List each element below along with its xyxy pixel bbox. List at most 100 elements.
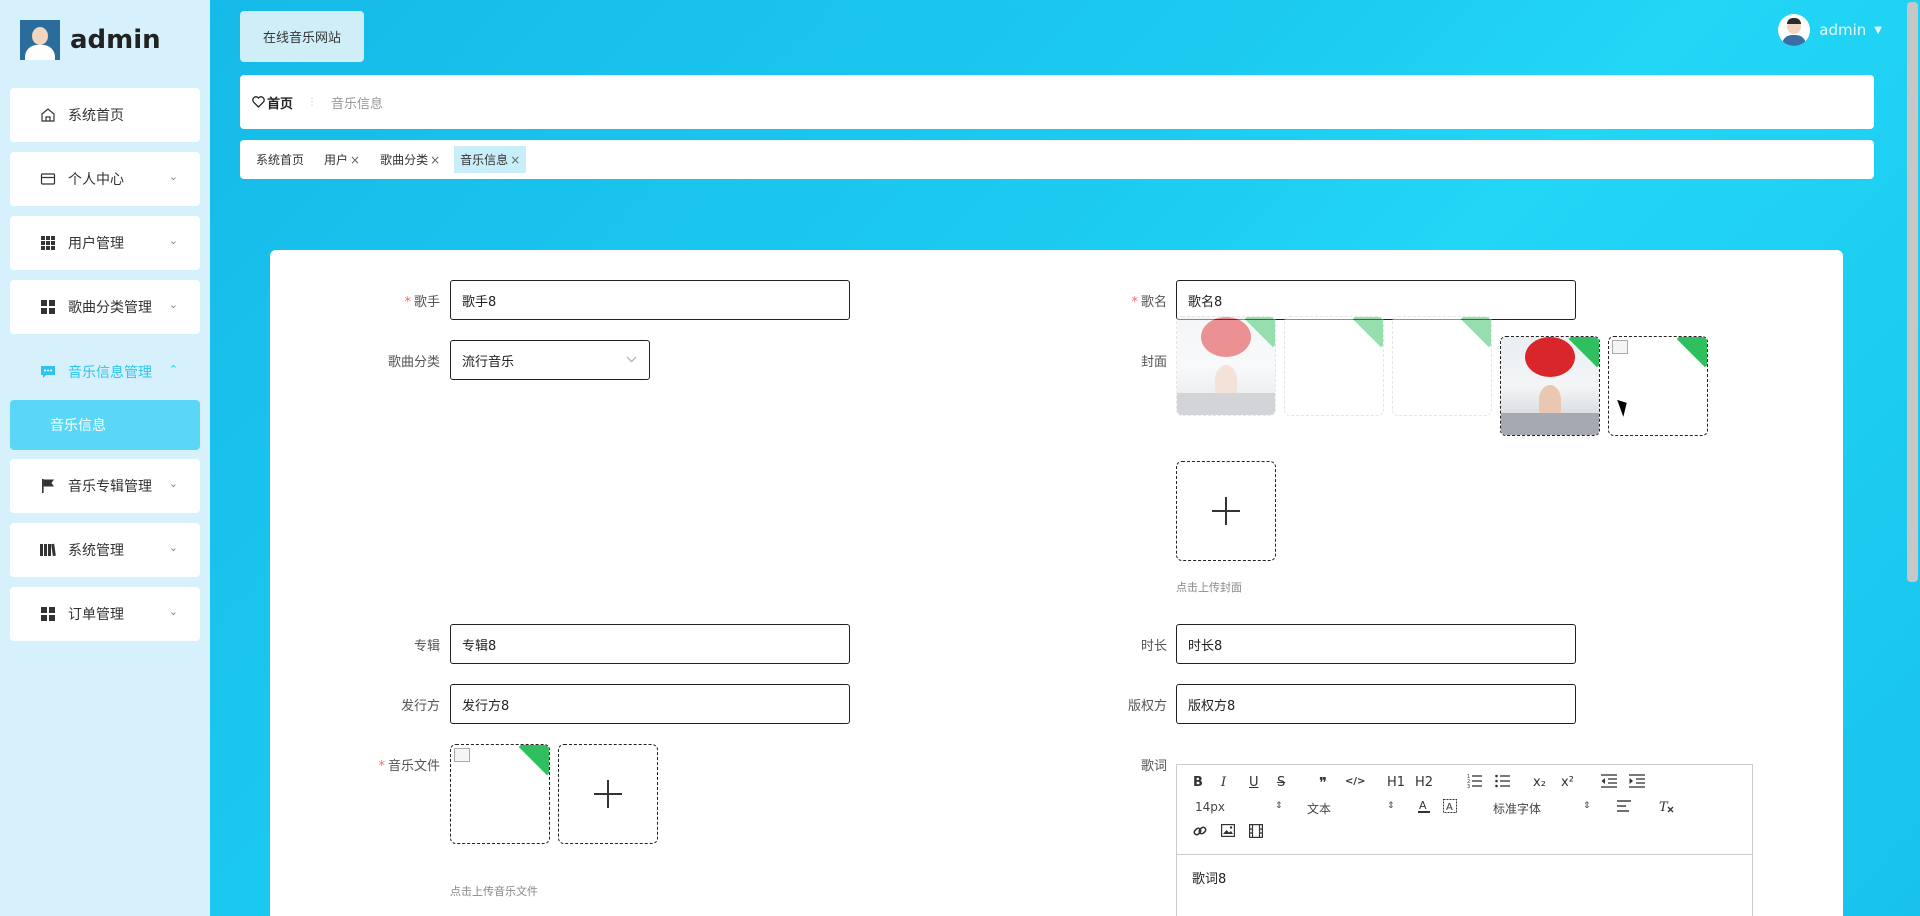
chevron-down-icon: ⌄ bbox=[168, 234, 178, 247]
singer-input[interactable]: 歌手8 bbox=[450, 280, 850, 320]
h2-button[interactable]: H2 bbox=[1415, 775, 1433, 790]
tab-label: 歌曲分类 bbox=[380, 153, 429, 167]
duration-input[interactable]: 时长8 bbox=[1176, 624, 1576, 664]
cover-upload-button[interactable] bbox=[1176, 461, 1276, 561]
lyrics-content[interactable]: 歌词8 bbox=[1177, 855, 1752, 900]
breadcrumb-home-label: 首页 bbox=[267, 96, 294, 112]
font-family-select[interactable]: 标准字体 ⇕ bbox=[1493, 800, 1593, 817]
sidebar-item-system[interactable]: 系统管理 ⌄ bbox=[10, 523, 200, 577]
outdent-icon[interactable] bbox=[1601, 774, 1617, 792]
user-name: admin bbox=[1819, 21, 1867, 39]
duration-label: 时长 bbox=[1140, 639, 1167, 654]
copyright-input[interactable]: 版权方8 bbox=[1176, 684, 1576, 724]
svg-text:A: A bbox=[1446, 802, 1453, 813]
album-label: 专辑 bbox=[413, 639, 440, 654]
breadcrumb-current: 音乐信息 bbox=[331, 96, 384, 112]
cover-image-broken[interactable] bbox=[1608, 336, 1708, 436]
submenu-item-music-info[interactable]: 音乐信息 bbox=[10, 400, 200, 450]
background-color-icon[interactable]: A bbox=[1443, 799, 1457, 818]
publisher-input[interactable]: 发行方8 bbox=[450, 684, 850, 724]
music-file-upload-hint: 点击上传音乐文件 bbox=[450, 885, 538, 898]
sidebar: admin 系统首页 个人中心 ⌄ 用户管理 ⌄ 歌曲分类管理 ⌄ 音乐信息管理… bbox=[0, 0, 210, 916]
tab-label: 系统首页 bbox=[256, 153, 305, 167]
caret-down-icon: ▼ bbox=[1874, 24, 1882, 36]
underline-button[interactable]: U bbox=[1249, 775, 1259, 790]
sidebar-item-label: 用户管理 bbox=[68, 236, 124, 252]
site-title-button[interactable]: 在线音乐网站 bbox=[240, 11, 364, 62]
music-file-thumb[interactable] bbox=[450, 744, 550, 844]
image-icon[interactable] bbox=[1221, 824, 1236, 841]
user-menu[interactable]: admin ▼ bbox=[1778, 14, 1882, 46]
cover-image-ghost bbox=[1392, 316, 1492, 416]
cover-image-thumb[interactable] bbox=[1500, 336, 1600, 436]
sidebar-item-label: 音乐信息管理 bbox=[68, 365, 152, 381]
home-icon bbox=[40, 107, 56, 123]
sidebar-item-song-category[interactable]: 歌曲分类管理 ⌄ bbox=[10, 280, 200, 334]
card-icon bbox=[40, 171, 56, 187]
align-left-icon[interactable] bbox=[1617, 799, 1633, 817]
category-value: 流行音乐 bbox=[462, 354, 515, 370]
indent-icon[interactable] bbox=[1629, 774, 1645, 792]
link-icon[interactable] bbox=[1193, 824, 1207, 842]
sidebar-item-label: 系统管理 bbox=[68, 543, 124, 559]
strike-button[interactable]: S bbox=[1277, 775, 1285, 790]
sidebar-item-users[interactable]: 用户管理 ⌄ bbox=[10, 216, 200, 270]
brand-name: admin bbox=[70, 25, 161, 55]
chevron-up-icon: ⌃ bbox=[168, 363, 178, 376]
chevron-down-icon: ⌄ bbox=[168, 541, 178, 554]
tab-music-info[interactable]: 音乐信息 × bbox=[454, 146, 527, 173]
subscript-button[interactable]: x₂ bbox=[1533, 775, 1546, 790]
bold-button[interactable]: B bbox=[1193, 775, 1203, 790]
sidebar-item-orders[interactable]: 订单管理 ⌄ bbox=[10, 587, 200, 641]
quote-button[interactable]: ❞ bbox=[1319, 774, 1327, 792]
italic-button[interactable]: I bbox=[1221, 775, 1226, 790]
sidebar-item-home[interactable]: 系统首页 bbox=[10, 88, 200, 142]
sidebar-item-label: 歌曲分类管理 bbox=[68, 300, 152, 316]
breadcrumb: 首页 ⋮ 音乐信息 bbox=[240, 75, 1874, 129]
tab-home[interactable]: 系统首页 bbox=[250, 146, 310, 173]
book-icon bbox=[40, 542, 56, 558]
video-icon[interactable] bbox=[1249, 824, 1264, 842]
superscript-button[interactable]: x² bbox=[1561, 775, 1574, 790]
tab-song-category[interactable]: 歌曲分类 × bbox=[374, 146, 446, 173]
singer-label: * 歌手 bbox=[404, 295, 440, 310]
broken-image-icon bbox=[454, 748, 470, 762]
tab-users[interactable]: 用户 × bbox=[318, 146, 366, 173]
chevron-down-icon: ⌄ bbox=[168, 605, 178, 618]
breadcrumb-home[interactable]: 首页 bbox=[252, 93, 293, 112]
sidebar-item-label: 系统首页 bbox=[68, 108, 124, 124]
cover-upload-hint: 点击上传封面 bbox=[1176, 581, 1242, 594]
sidebar-item-label: 订单管理 bbox=[68, 607, 124, 623]
album-input[interactable]: 专辑8 bbox=[450, 624, 850, 664]
font-size-select[interactable]: 14px ⇕ bbox=[1195, 800, 1285, 814]
chevron-down-icon: ⌄ bbox=[168, 170, 178, 183]
chevron-down-icon: ⌄ bbox=[168, 477, 178, 490]
ordered-list-icon[interactable]: 123 bbox=[1467, 774, 1483, 792]
code-button[interactable]: </> bbox=[1345, 776, 1365, 787]
song-name-input[interactable]: 歌名8 bbox=[1176, 280, 1576, 320]
format-select[interactable]: 文本 ⇕ bbox=[1307, 800, 1397, 817]
sidebar-item-profile[interactable]: 个人中心 ⌄ bbox=[10, 152, 200, 206]
clear-format-icon[interactable]: T bbox=[1659, 799, 1675, 817]
h1-button[interactable]: H1 bbox=[1387, 775, 1405, 790]
category-label: 歌曲分类 bbox=[387, 355, 440, 370]
close-icon[interactable]: × bbox=[350, 153, 360, 167]
sidebar-item-music-info[interactable]: 音乐信息管理 ⌃ bbox=[10, 345, 200, 399]
close-icon[interactable]: × bbox=[430, 153, 440, 167]
tab-label: 用户 bbox=[324, 153, 349, 167]
user-avatar bbox=[1778, 14, 1811, 46]
font-color-icon[interactable]: A bbox=[1417, 799, 1431, 818]
close-icon[interactable]: × bbox=[510, 153, 520, 167]
song-name-label: * 歌名 bbox=[1131, 295, 1167, 310]
sidebar-item-label: 音乐专辑管理 bbox=[68, 479, 152, 495]
sidebar-item-album[interactable]: 音乐专辑管理 ⌄ bbox=[10, 459, 200, 513]
music-file-upload-button[interactable] bbox=[558, 744, 658, 844]
category-select[interactable]: 流行音乐 bbox=[450, 340, 650, 380]
broken-image-icon bbox=[1612, 340, 1628, 354]
cover-label: 封面 bbox=[1140, 355, 1167, 370]
brand: admin bbox=[20, 20, 161, 60]
brand-avatar bbox=[20, 20, 60, 60]
bullet-list-icon[interactable] bbox=[1495, 774, 1511, 792]
breadcrumb-separator: ⋮ bbox=[307, 96, 318, 108]
page-scrollbar[interactable] bbox=[1907, 2, 1918, 582]
